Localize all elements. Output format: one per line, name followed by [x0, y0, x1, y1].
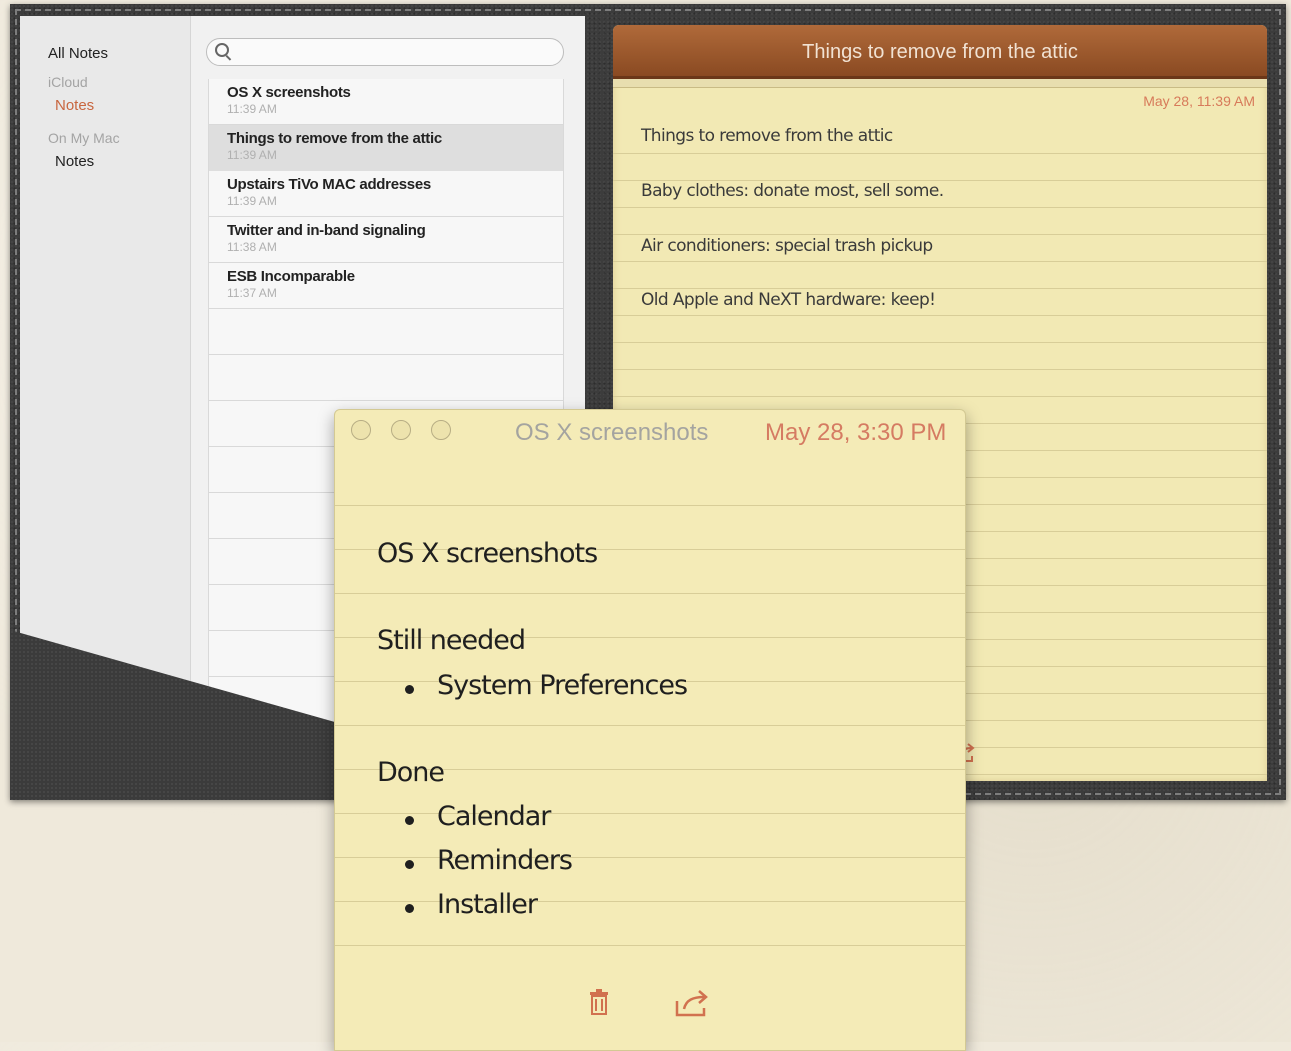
folder-icloud-notes[interactable]: Notes	[55, 97, 94, 114]
note-heading: OS X screenshots	[377, 538, 598, 569]
floating-note-window: OS X screenshots May 28, 3:30 PM OS X sc…	[334, 409, 966, 1051]
search-field[interactable]	[206, 38, 564, 66]
note-line: Things to remove from the attic	[641, 126, 893, 146]
list-item-title: Twitter and in-band signaling	[227, 222, 426, 239]
list-item[interactable]: Upstairs TiVo MAC addresses 11:39 AM	[209, 171, 563, 217]
share-icon[interactable]	[674, 988, 712, 1018]
minimize-button[interactable]	[391, 420, 411, 440]
trash-icon[interactable]	[588, 988, 610, 1016]
group-on-my-mac: On My Mac	[48, 130, 120, 146]
bullet-icon	[405, 816, 414, 825]
note-header-title: Things to remove from the attic	[802, 41, 1078, 63]
list-item[interactable]: ESB Incomparable 11:37 AM	[209, 263, 563, 309]
window-title: OS X screenshots	[515, 419, 709, 446]
list-item-time: 11:39 AM	[227, 148, 277, 162]
note-header: Things to remove from the attic	[613, 25, 1267, 79]
search-input[interactable]	[233, 41, 557, 63]
list-item-time: 11:39 AM	[227, 102, 277, 116]
list-item-title: OS X screenshots	[227, 84, 351, 101]
list-item-time: 11:39 AM	[227, 194, 277, 208]
list-item-title: ESB Incomparable	[227, 268, 355, 285]
list-item[interactable]: Twitter and in-band signaling 11:38 AM	[209, 217, 563, 263]
folder-all-notes[interactable]: All Notes	[48, 45, 108, 62]
bullet-icon	[405, 904, 414, 913]
bullet-icon	[405, 685, 414, 694]
window-date: May 28, 3:30 PM	[765, 419, 947, 446]
search-icon	[215, 43, 229, 57]
section-heading: Still needed	[377, 625, 526, 656]
list-item-title: Upstairs TiVo MAC addresses	[227, 176, 431, 193]
group-icloud: iCloud	[48, 74, 88, 90]
list-item: Installer	[437, 889, 538, 920]
note-line: Baby clothes: donate most, sell some.	[641, 181, 944, 201]
note-date: May 28, 11:39 AM	[1143, 93, 1255, 109]
section-heading: Done	[377, 757, 445, 788]
list-item: Calendar	[437, 801, 551, 832]
note-line: Air conditioners: special trash pickup	[641, 236, 933, 256]
close-button[interactable]	[351, 420, 371, 440]
torn-paper-edge	[613, 79, 1267, 88]
list-item-title: Things to remove from the attic	[227, 130, 442, 147]
list-item-time: 11:38 AM	[227, 240, 277, 254]
list-item: Reminders	[437, 845, 573, 876]
list-item[interactable]: OS X screenshots 11:39 AM	[209, 79, 563, 125]
list-item[interactable]: Things to remove from the attic 11:39 AM	[209, 125, 563, 171]
list-item: System Preferences	[437, 670, 688, 701]
bullet-icon	[405, 860, 414, 869]
note-line: Old Apple and NeXT hardware: keep!	[641, 290, 936, 310]
list-item-time: 11:37 AM	[227, 286, 277, 300]
folder-mac-notes[interactable]: Notes	[55, 153, 94, 170]
zoom-button[interactable]	[431, 420, 451, 440]
